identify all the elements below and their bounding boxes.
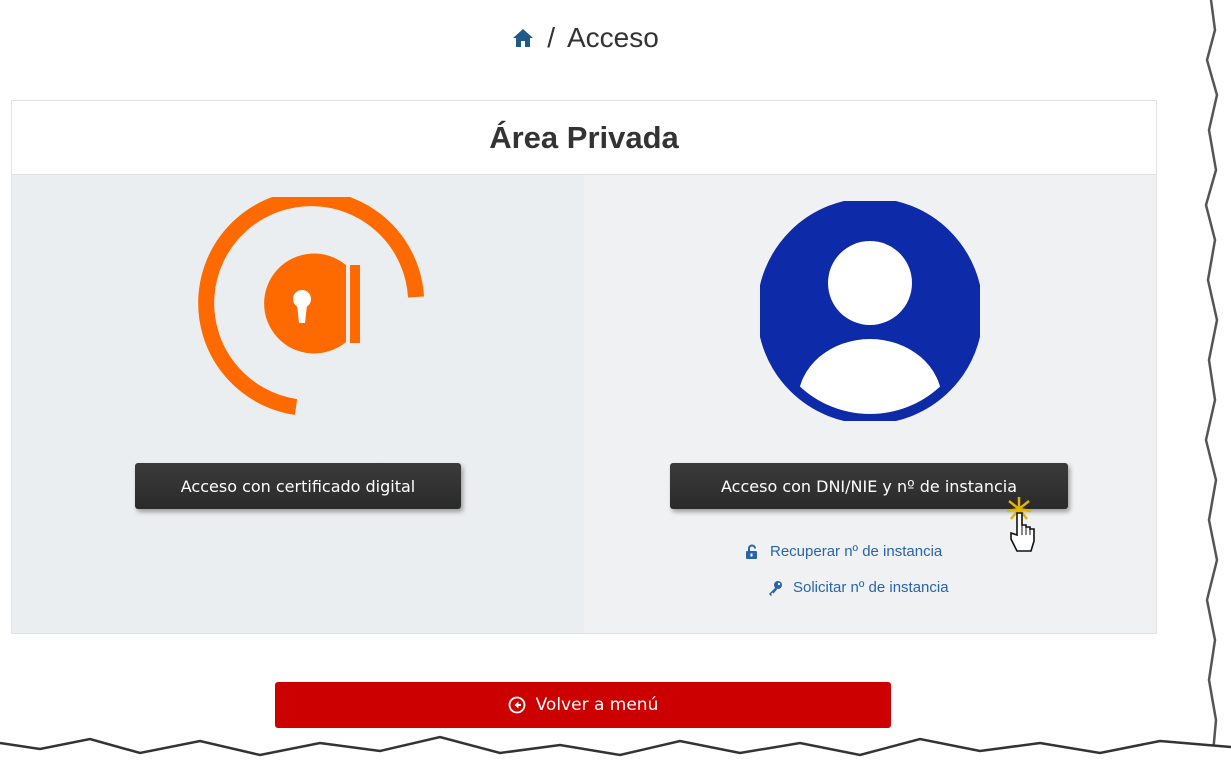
back-circle-icon	[508, 696, 526, 714]
certificate-icon	[198, 197, 424, 415]
hand-cursor-icon	[1006, 497, 1035, 552]
private-area-panel: Área Privada Acceso con certificado digi…	[11, 100, 1157, 634]
request-instance-link[interactable]: Solicitar nº de instancia	[767, 579, 949, 596]
back-to-menu-label[interactable]: Volver a menú	[536, 695, 659, 715]
recover-instance-label[interactable]: Recuperar nº de instancia	[770, 543, 942, 560]
unlock-icon	[746, 544, 757, 559]
certificate-access-button[interactable]: Acceso con certificado digital	[135, 463, 461, 509]
key-icon	[769, 580, 782, 596]
breadcrumb-current: Acceso	[566, 22, 659, 53]
user-avatar-icon	[760, 201, 980, 421]
dni-access-column: Acceso con DNI/NIE y nº de instancia Rec…	[584, 175, 1156, 633]
request-instance-label[interactable]: Solicitar nº de instancia	[793, 579, 949, 596]
panel-title: Área Privada	[12, 101, 1156, 175]
breadcrumb-separator: /	[547, 22, 555, 53]
recover-instance-link[interactable]: Recuperar nº de instancia	[744, 543, 942, 560]
torn-edge-right	[1204, 0, 1231, 775]
panel-body: Acceso con certificado digital Acceso co…	[12, 175, 1156, 633]
home-icon[interactable]	[511, 26, 535, 50]
breadcrumb: / Acceso	[0, 22, 1170, 54]
back-to-menu-button[interactable]: Volver a menú	[275, 682, 891, 728]
torn-edge-bottom	[0, 735, 1231, 775]
certificate-access-column: Acceso con certificado digital	[12, 175, 584, 633]
